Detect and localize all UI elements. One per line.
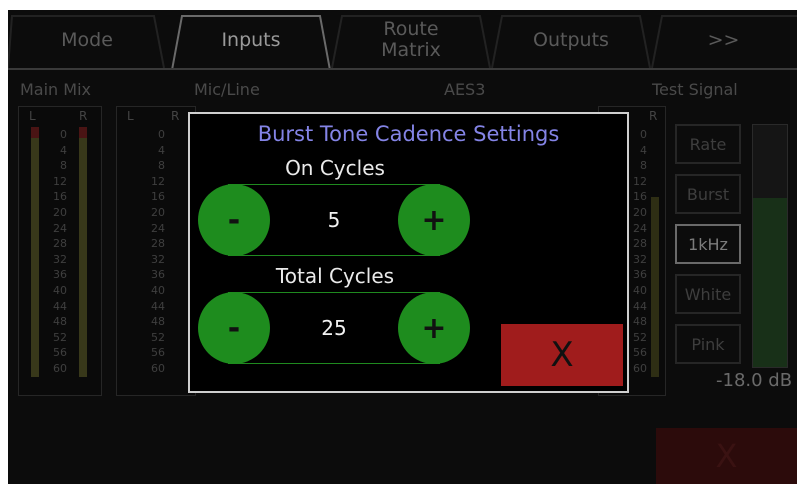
- slider-fill: [753, 197, 787, 367]
- on-cycles-stepper: - 5 +: [198, 184, 470, 256]
- tab-mode[interactable]: Mode: [8, 10, 166, 70]
- meter-scale: 0 4 8 12 16 20 24 28 32 36 40 44 48 52 56 60: [53, 128, 67, 375]
- meter-right-label: R: [649, 109, 658, 123]
- tab-more-label: >>: [707, 28, 740, 51]
- section-mic-line: Mic/Line: [194, 80, 260, 99]
- total-cycles-value: 25: [321, 316, 347, 340]
- on-cycles-increment-button[interactable]: +: [398, 184, 470, 256]
- tab-more[interactable]: >>: [650, 10, 797, 70]
- dialog-title: Burst Tone Cadence Settings: [257, 122, 560, 146]
- white-noise-button[interactable]: White: [675, 274, 741, 314]
- total-cycles-stepper: - 25 +: [198, 292, 470, 364]
- tab-inputs[interactable]: Inputs: [170, 10, 332, 70]
- tab-divider: [8, 68, 797, 70]
- meter-bar-right: [651, 197, 659, 377]
- on-cycles-decrement-button[interactable]: -: [198, 184, 270, 256]
- on-cycles-label: On Cycles: [285, 156, 385, 180]
- meter-mic-line: L R 0 4 8 12 16 20 24 28 32 36 40 44 48 52 56 60: [116, 106, 196, 396]
- close-dialog-button[interactable]: X: [501, 324, 623, 386]
- tab-route-matrix[interactable]: Route Matrix: [330, 10, 492, 70]
- total-cycles-decrement-button[interactable]: -: [198, 292, 270, 364]
- tab-outputs[interactable]: Outputs: [490, 10, 652, 70]
- meter-main-mix: L R 0 4 8 12 16 20 24 28 32 36 40 44 48 52 56 60: [18, 106, 102, 396]
- on-cycles-value: 5: [327, 208, 341, 232]
- section-test-signal: Test Signal: [652, 80, 738, 99]
- tab-inputs-label: Inputs: [221, 28, 281, 51]
- tab-mode-label: Mode: [61, 28, 113, 51]
- tab-outputs-label: Outputs: [533, 28, 609, 51]
- meter-left-label: L: [29, 109, 36, 123]
- burst-cadence-dialog: Burst Tone Cadence Settings On Cycles - …: [188, 112, 629, 393]
- meter-scale: 0 4 8 12 16 20 24 28 32 36 40 44 48 52 56 60: [633, 128, 647, 375]
- section-main-mix: Main Mix: [20, 80, 91, 99]
- total-cycles-increment-button[interactable]: +: [398, 292, 470, 364]
- rate-button[interactable]: Rate: [675, 124, 741, 164]
- background-close-button[interactable]: X: [656, 428, 797, 484]
- meter-right-label: R: [79, 109, 88, 123]
- 1khz-button[interactable]: 1kHz: [675, 224, 741, 264]
- section-aes3: AES3: [444, 80, 486, 99]
- meter-bar-right: [79, 127, 87, 377]
- meter-left-label: L: [127, 109, 134, 123]
- meter-bar-left: [31, 127, 39, 377]
- pink-noise-button[interactable]: Pink: [675, 324, 741, 364]
- meter-scale: 0 4 8 12 16 20 24 28 32 36 40 44 48 52 56 60: [151, 128, 165, 375]
- meter-right-label: R: [171, 109, 180, 123]
- burst-button[interactable]: Burst: [675, 174, 741, 214]
- tab-route-matrix-label: Route Matrix: [381, 18, 441, 61]
- total-cycles-label: Total Cycles: [275, 264, 395, 288]
- test-signal-level-slider[interactable]: [752, 124, 788, 368]
- level-readout: -18.0 dB: [716, 370, 793, 391]
